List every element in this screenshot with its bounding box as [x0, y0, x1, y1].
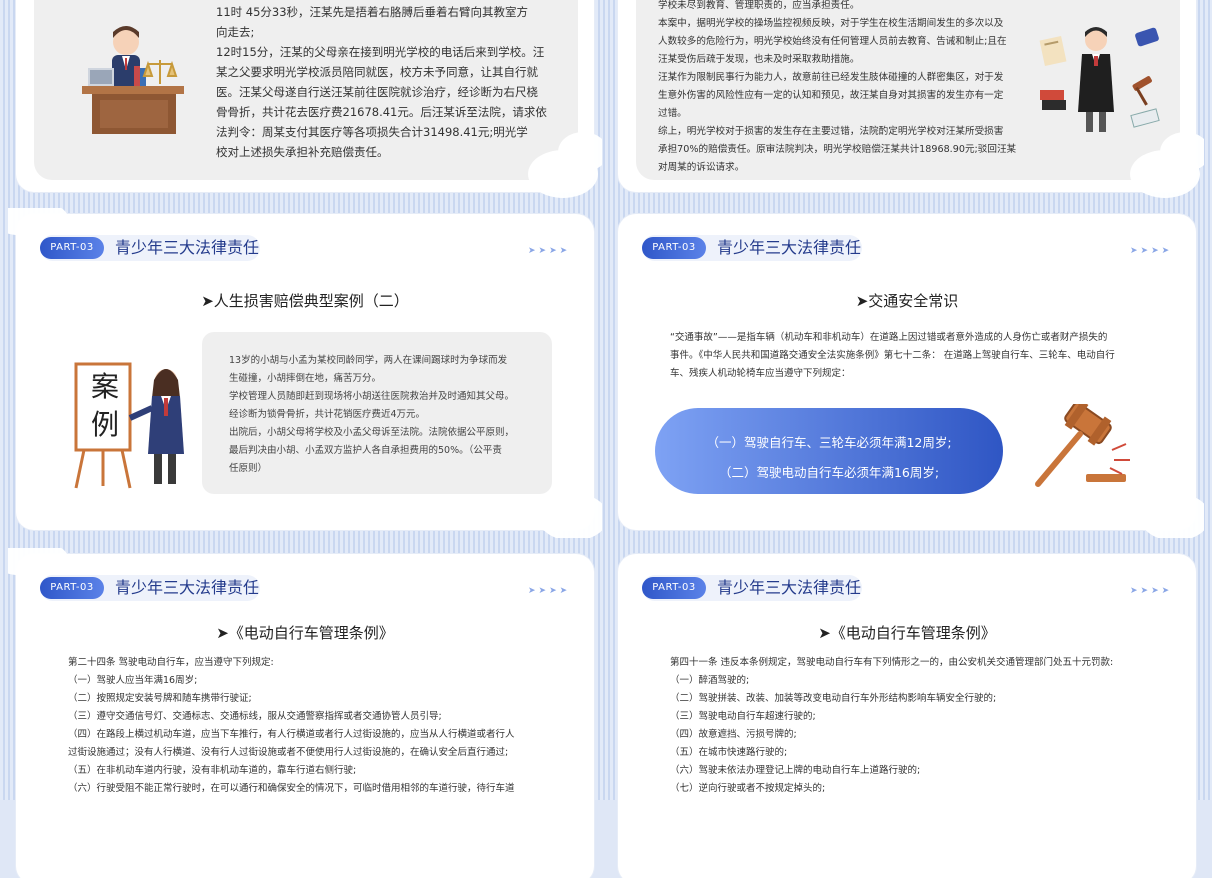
text-line: （四）故意遮挡、污损号牌的;: [670, 729, 797, 740]
gavel-illustration: [1035, 404, 1130, 487]
text-line: （五）在非机动车道内行驶，没有非机动车道的，靠车行道右侧行驶;: [68, 765, 357, 776]
text-line: （七）逆向行驶或者不按规定掉头的;: [670, 783, 826, 794]
text-line: （一）驾驶人应当年满16周岁;: [68, 675, 198, 686]
board-char: 案: [90, 370, 119, 403]
text-line: “交通事故”——是指车辆（机动车和非机动车）在道路上因过错或者意外造成的人身伤亡…: [670, 332, 1108, 343]
text-line: （六）驾驶未依法办理登记上牌的电动自行车上道路行驶的;: [670, 765, 921, 776]
lawyer-desk-illustration: [82, 26, 184, 134]
section-title: 青少年三大法律责任: [115, 578, 260, 597]
text-line: （二）按照规定安装号牌和随车携带行驶证;: [68, 693, 252, 704]
text-line: （三）遵守交通信号灯、交通标志、交通标线，服从交通警察指挥或者交通协管人员引导;: [68, 711, 442, 722]
cloud-decoration: [1140, 493, 1204, 538]
text-line: （二）驾驶拼装、改装、加装等改变电动自行车外形结构影响车辆安全行驶的;: [670, 693, 997, 704]
slide-case-two: PART-03 青少年三大法律责任 ➤➤➤➤ ➤人生损害赔偿典型案例（二） 案 …: [8, 208, 602, 538]
text-line: （五）在城市快速路行驶的;: [670, 747, 788, 758]
requirement-line: （二）驾驶电动自行车必须年满16周岁;: [718, 465, 940, 480]
section-title: 青少年三大法律责任: [717, 238, 862, 257]
slide-case-one-judgement: 学校未尽到教育、管理职责的，应当承担责任。 本案中，据明光学校的操场监控视频反映…: [610, 0, 1204, 200]
text-line: 第四十一条 违反本条例规定，驾驶电动自行车有下列情形之一的，由公安机关交通管理部…: [670, 657, 1114, 668]
text-line: 综上，明光学校对于损害的发生存在主要过错，法院酌定明光学校对汪某所受损害: [658, 126, 1004, 137]
slide-heading: ➤《电动自行车管理条例》: [216, 624, 394, 642]
slide-case-one-part-b: 11时 45分33秒，汪某先是捂着右胳膊后垂着右臂向其教室方 向走去; 12时1…: [8, 0, 602, 200]
part-badge: PART-03: [642, 577, 706, 599]
cloud-decoration: [538, 493, 602, 538]
text-line: 汪某作为限制民事行为能力人，故意前往已经发生肢体碰撞的人群密集区，对于发: [658, 72, 1004, 83]
part-badge: PART-03: [40, 577, 104, 599]
slide-heading: ➤人生损害赔偿典型案例（二）: [201, 292, 409, 310]
text-line: 某之父要求明光学校派员陪同就医，校方未予同意，让其自行就: [216, 65, 538, 79]
text-line: 生意外伤害的风险性应有一定的认知和预见，故汪某自身对其损害的发生亦有一定: [658, 90, 1004, 101]
judge-illustration: [1039, 27, 1160, 132]
part-badge: PART-03: [642, 237, 706, 259]
text-line: 最后判决由小胡、小孟双方监护人各自承担费用的50%。（公平责: [229, 445, 502, 456]
arrow-decoration: ➤➤➤➤: [528, 246, 571, 256]
text-line: 医。汪某父母遂自行送汪某前往医院就诊治疗，经诊断为右尺桡: [216, 85, 538, 99]
text-line: 出院后，小胡父母将学校及小孟父母诉至法院。法院依据公平原则，: [229, 427, 515, 438]
traffic-intro-text: “交通事故”——是指车辆（机动车和非机动车）在道路上因过错或者意外造成的人身伤亡…: [670, 329, 1115, 383]
arrow-decoration: ➤➤➤➤: [1130, 246, 1173, 256]
text-line: 任原则）: [229, 463, 268, 474]
text-line: （一）醉酒驾驶的;: [670, 675, 750, 686]
slide-ebike-regulation-article-41: PART-03 青少年三大法律责任 ➤➤➤➤ ➤《电动自行车管理条例》 第四十一…: [610, 548, 1204, 878]
case-board-text: 案 例: [80, 368, 130, 444]
cloud-decoration: [1160, 132, 1204, 172]
slide-heading: ➤《电动自行车管理条例》: [818, 624, 996, 642]
text-line: 第二十四条 驾驶电动自行车，应当遵守下列规定:: [68, 657, 274, 668]
text-line: 校对上述损失承担补充赔偿责任。: [216, 145, 389, 159]
slide-ebike-regulation-article-24: PART-03 青少年三大法律责任 ➤➤➤➤ ➤《电动自行车管理条例》 第二十四…: [8, 548, 602, 878]
text-line: 学校未尽到教育、管理职责的，应当承担责任。: [658, 0, 860, 11]
text-line: 对周某的诉讼请求。: [658, 162, 745, 173]
text-line: 法判令：周某支付其医疗等各项损失合计31498.41元;明光学: [216, 125, 528, 139]
section-title: 青少年三大法律责任: [115, 238, 260, 257]
text-line: （三）驾驶电动自行车超速行驶的;: [670, 711, 816, 722]
text-line: （六）行驶受阻不能正常行驶时，在可以通行和确保安全的情况下，可临时借用相邻的车道…: [68, 783, 515, 794]
text-line: 汪某受伤后疏于发现，也未及时采取救助措施。: [658, 54, 860, 65]
case-text: 13岁的小胡与小孟为某校同龄同学，两人在课间踢球时为争球而发 生碰撞，小胡摔倒在…: [229, 352, 514, 478]
text-line: 骨骨折，共计花去医疗费21678.41元。后汪某诉至法院，请求依: [216, 105, 547, 119]
text-line: 学校管理人员随即赶到现场将小胡送往医院救治并及时通知其父母。: [229, 391, 515, 402]
article-text: 第四十一条 违反本条例规定，驾驶电动自行车有下列情形之一的，由公安机关交通管理部…: [670, 654, 1113, 798]
article-text: 第二十四条 驾驶电动自行车，应当遵守下列规定: （一）驾驶人应当年满16周岁; …: [68, 654, 515, 798]
text-line: 事件。《中华人民共和国道路交通安全法实施条例》第七十二条： 在道路上驾驶自行车、…: [670, 350, 1115, 361]
text-line: 经诊断为锁骨骨折，共计花销医疗费近4万元。: [229, 409, 426, 420]
text-line: 13岁的小胡与小孟为某校同龄同学，两人在课间踢球时为争球而发: [229, 355, 508, 366]
text-line: 承担70%的赔偿责任。原审法院判决，明光学校赔偿汪某共计18968.90元;驳回…: [658, 144, 1017, 155]
text-line: 过街设施通过；没有人行横道、没有行人过街设施或者不便使用行人过街设施的，在确认安…: [68, 747, 509, 758]
text-line: 生碰撞，小胡摔倒在地，痛苦万分。: [229, 373, 382, 384]
age-requirement-pill: （一）驾驶自行车、三轮车必须年满12周岁; （二）驾驶电动自行车必须年满16周岁…: [655, 408, 1003, 494]
cloud-decoration: [558, 132, 602, 172]
text-line: 过错。: [658, 108, 687, 119]
slide-traffic-safety: PART-03 青少年三大法律责任 ➤➤➤➤ ➤交通安全常识 “交通事故”——是…: [610, 208, 1204, 538]
requirement-line: （一）驾驶自行车、三轮车必须年满12周岁;: [706, 435, 952, 450]
arrow-decoration: ➤➤➤➤: [1130, 586, 1173, 596]
case-text: 11时 45分33秒，汪某先是捂着右胳膊后垂着右臂向其教室方 向走去; 12时1…: [216, 2, 547, 162]
text-line: 车、残疾人机动轮椅车应当遵守下列规定：: [670, 368, 851, 379]
text-line: 12时15分，汪某的父母亲在接到明光学校的电话后来到学校。汪: [216, 45, 545, 59]
slide-heading: ➤交通安全常识: [855, 292, 959, 310]
section-title: 青少年三大法律责任: [717, 578, 862, 597]
board-char: 例: [90, 408, 119, 441]
arrow-decoration: ➤➤➤➤: [528, 586, 571, 596]
judgement-text: 学校未尽到教育、管理职责的，应当承担责任。 本案中，据明光学校的操场监控视频反映…: [658, 0, 1016, 177]
text-line: （四）在路段上横过机动车道，应当下车推行，有人行横道或者行人过街设施的，应当从人…: [68, 729, 515, 740]
part-badge: PART-03: [40, 237, 104, 259]
text-line: 向走去;: [216, 25, 255, 39]
text-line: 本案中，据明光学校的操场监控视频反映，对于学生在校生活期间发生的多次以及: [658, 18, 1004, 29]
text-line: 人数较多的危险行为，明光学校始终没有任何管理人员前去教育、告诫和制止;且在: [658, 36, 1007, 47]
text-line: 11时 45分33秒，汪某先是捂着右胳膊后垂着右臂向其教室方: [216, 5, 529, 19]
